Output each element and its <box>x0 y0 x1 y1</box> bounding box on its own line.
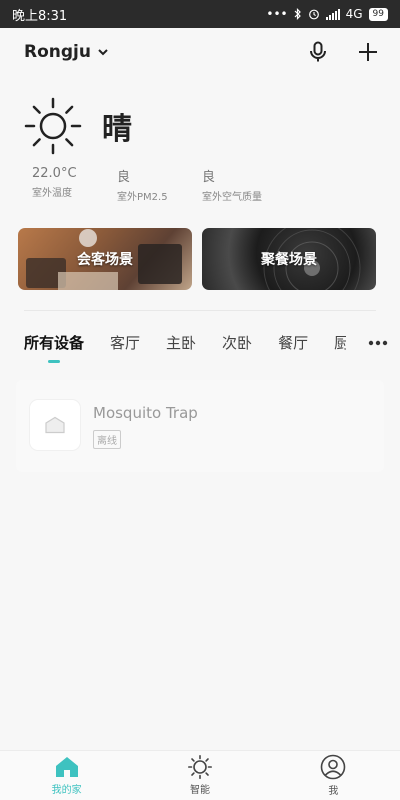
nav-label: 智能 <box>189 785 210 796</box>
signal-icon <box>325 8 340 20</box>
status-bar: 晚上8:31 ••• 4G 99 <box>0 0 400 28</box>
weather-main: 晴 <box>24 96 384 156</box>
stat-pm25: 良 室外PM2.5 <box>117 166 202 203</box>
plus-icon <box>359 43 377 61</box>
user-icon <box>321 754 346 780</box>
weather-stats: 22.0°C 室外温度 良 室外PM2.5 良 室外空气质量 <box>32 166 287 203</box>
tab-master-bedroom[interactable]: 主卧 <box>166 332 196 353</box>
battery-level: 99 <box>372 8 384 19</box>
bluetooth-icon <box>294 8 301 20</box>
nav-me[interactable]: 我 <box>267 751 400 800</box>
tab-living-room[interactable]: 客厅 <box>110 332 140 353</box>
sun-icon <box>187 755 212 779</box>
house-icon <box>45 416 65 434</box>
microphone-icon <box>310 41 326 62</box>
status-time: 晚上8:31 <box>12 8 68 24</box>
stat-temperature: 22.0°C 室外温度 <box>32 166 117 203</box>
home-selector[interactable]: Rongju <box>24 42 109 62</box>
chevron-down-icon <box>98 49 108 56</box>
room-tabs: 所有设备 客厅 主卧 次卧 餐厅 厨 <box>24 322 394 362</box>
scene-label: 会客场景 <box>77 252 133 268</box>
device-status-badge: 离线 <box>93 430 121 449</box>
device-icon-tile <box>30 400 80 450</box>
add-button[interactable] <box>356 40 380 64</box>
network-type: 4G <box>345 7 363 21</box>
scene-card-dinner[interactable]: 聚餐场景 <box>202 228 376 290</box>
nav-label: 我的家 <box>51 785 82 796</box>
home-icon <box>55 757 78 777</box>
battery-icon: 99 <box>368 7 388 21</box>
notification-dots: ••• <box>266 7 288 21</box>
home-name: Rongju <box>24 42 91 62</box>
stat-label: 室外温度 <box>32 188 72 199</box>
bottom-nav: 我的家 智能 我 <box>0 750 400 800</box>
app-header: Rongju <box>0 28 400 76</box>
divider <box>24 310 376 311</box>
sun-icon <box>24 97 82 155</box>
stat-value: 良 <box>202 170 216 185</box>
header-actions <box>306 40 380 64</box>
nav-smart[interactable]: 智能 <box>133 751 266 800</box>
tab-all-devices[interactable]: 所有设备 <box>24 332 84 353</box>
alarm-icon <box>308 9 319 20</box>
tab-second-bedroom[interactable]: 次卧 <box>222 332 252 353</box>
stat-label: 室外空气质量 <box>202 192 262 203</box>
weather-panel: 晴 22.0°C 室外温度 良 室外PM2.5 良 室外空气质量 <box>24 96 384 203</box>
scene-label: 聚餐场景 <box>261 252 317 268</box>
scene-list: 会客场景 聚餐场景 <box>18 228 376 290</box>
more-tabs-button[interactable] <box>368 330 388 351</box>
device-card[interactable]: Mosquito Trap 离线 <box>16 380 384 472</box>
tab-dining-room[interactable]: 餐厅 <box>278 332 308 353</box>
device-name: Mosquito Trap <box>93 404 198 422</box>
voice-button[interactable] <box>306 40 330 64</box>
tab-kitchen[interactable]: 厨 <box>334 332 346 353</box>
scene-card-reception[interactable]: 会客场景 <box>18 228 192 290</box>
stat-label: 室外PM2.5 <box>117 192 168 203</box>
stat-value: 良 <box>117 170 131 185</box>
more-dots-icon <box>368 340 388 346</box>
nav-my-home[interactable]: 我的家 <box>0 751 133 800</box>
weather-condition: 晴 <box>102 112 132 147</box>
nav-label: 我 <box>328 786 339 797</box>
status-icons: ••• 4G 99 <box>266 7 388 21</box>
stat-air-quality: 良 室外空气质量 <box>202 166 287 203</box>
stat-value: 22.0°C <box>32 166 77 181</box>
